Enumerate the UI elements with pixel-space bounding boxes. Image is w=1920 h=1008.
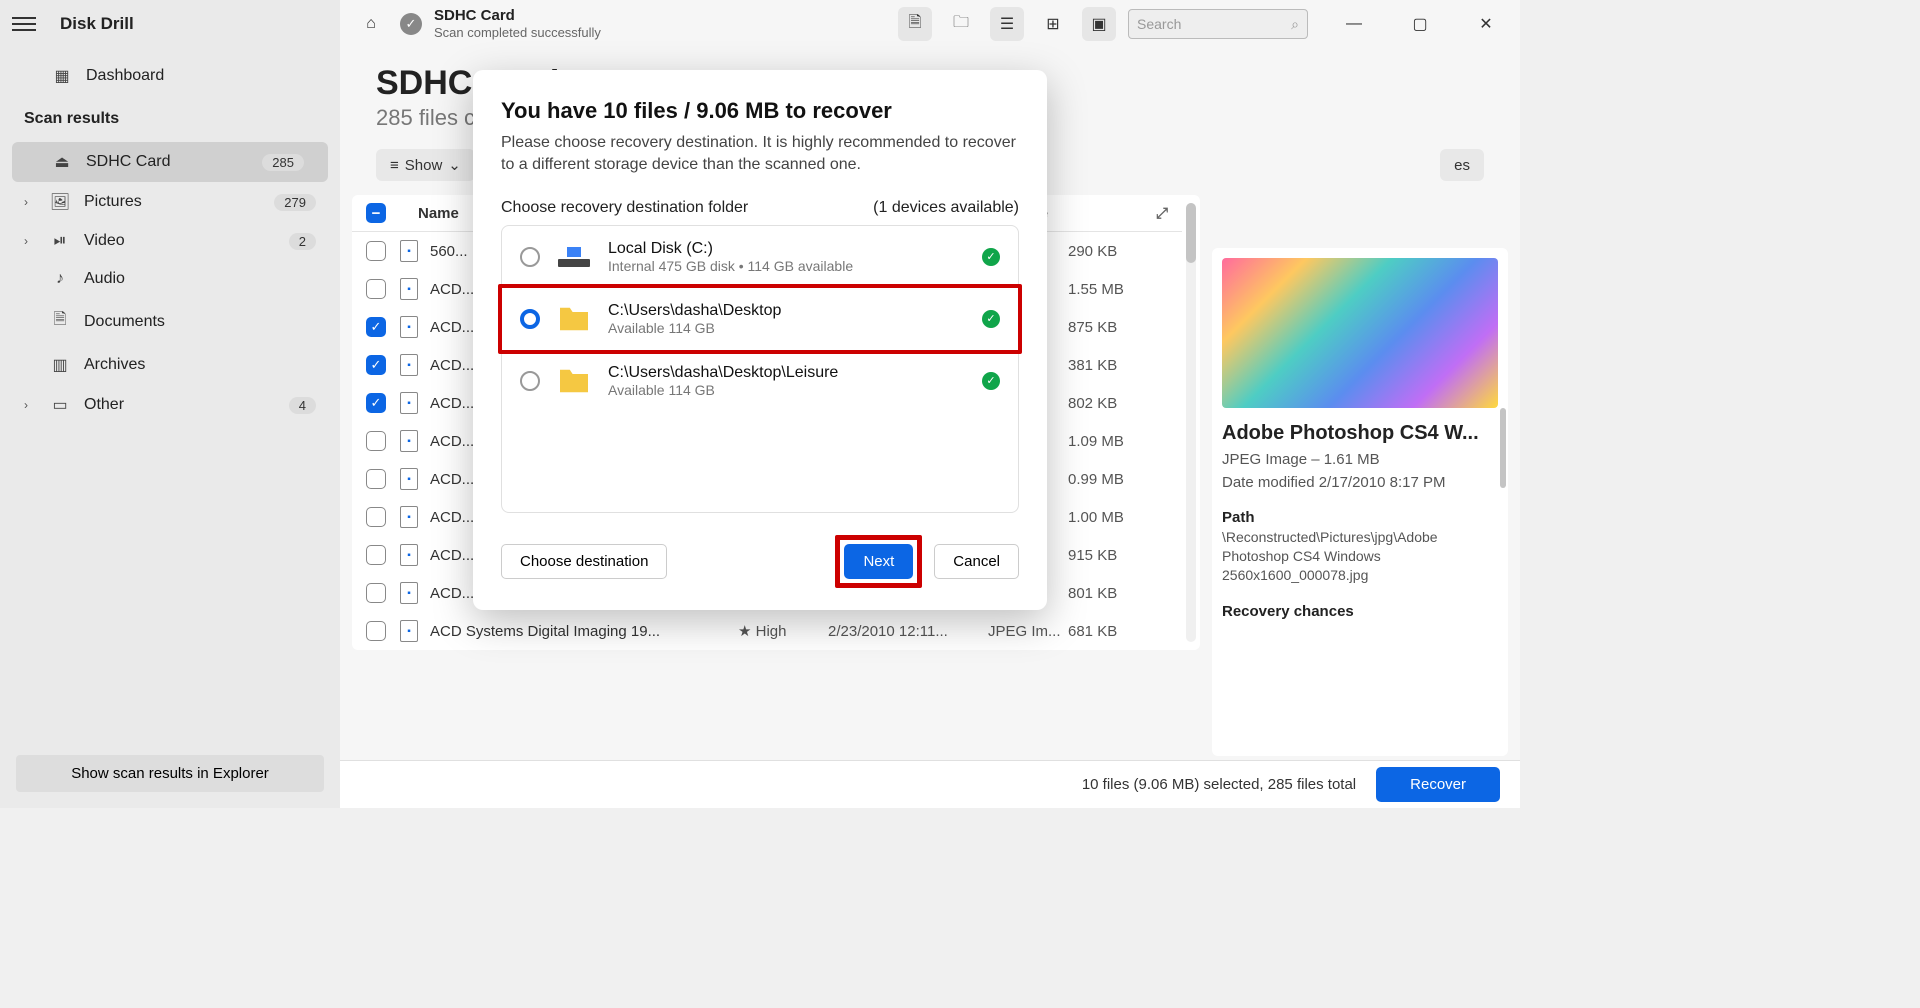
- dest-header-label: Choose recovery destination folder: [501, 199, 748, 217]
- destination-title: Local Disk (C:): [608, 240, 966, 258]
- destination-radio[interactable]: [520, 309, 540, 329]
- modal-title: You have 10 files / 9.06 MB to recover: [501, 98, 1019, 124]
- check-icon: ✓: [982, 310, 1000, 328]
- destination-option[interactable]: Local Disk (C:) Internal 475 GB disk • 1…: [502, 226, 1018, 288]
- check-icon: ✓: [982, 248, 1000, 266]
- destination-subtitle: Available 114 GB: [608, 320, 966, 336]
- cancel-button[interactable]: Cancel: [934, 544, 1019, 579]
- folder-icon: [556, 304, 592, 334]
- destination-radio[interactable]: [520, 247, 540, 267]
- folder-icon: [556, 366, 592, 396]
- destination-subtitle: Internal 475 GB disk • 114 GB available: [608, 258, 966, 274]
- modal-description: Please choose recovery destination. It i…: [501, 132, 1019, 177]
- modal-overlay: You have 10 files / 9.06 MB to recover P…: [0, 0, 1520, 808]
- next-button[interactable]: Next: [844, 544, 913, 579]
- destination-option[interactable]: C:\Users\dasha\Desktop Available 114 GB …: [498, 284, 1022, 354]
- destination-option[interactable]: C:\Users\dasha\Desktop\Leisure Available…: [502, 350, 1018, 412]
- destination-title: C:\Users\dasha\Desktop: [608, 302, 966, 320]
- recovery-destination-dialog: You have 10 files / 9.06 MB to recover P…: [473, 70, 1047, 610]
- destination-list: Local Disk (C:) Internal 475 GB disk • 1…: [501, 225, 1019, 513]
- disk-icon: [556, 242, 592, 272]
- destination-subtitle: Available 114 GB: [608, 382, 966, 398]
- destination-title: C:\Users\dasha\Desktop\Leisure: [608, 364, 966, 382]
- devices-available: (1 devices available): [873, 199, 1019, 217]
- choose-destination-button[interactable]: Choose destination: [501, 544, 667, 579]
- destination-radio[interactable]: [520, 371, 540, 391]
- next-button-highlight: Next: [835, 535, 922, 588]
- check-icon: ✓: [982, 372, 1000, 390]
